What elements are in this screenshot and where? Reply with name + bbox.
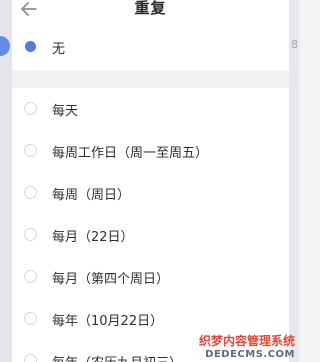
- watermark: 织梦内容管理系统 DEDECMS.COM: [198, 333, 295, 360]
- option-monthly-date[interactable]: 每月（22日）: [12, 214, 289, 254]
- option-label: 每天: [52, 104, 79, 119]
- option-weekly[interactable]: 每周（周日）: [12, 172, 289, 212]
- radio-icon: [24, 228, 37, 241]
- option-daily[interactable]: 每天: [12, 88, 289, 128]
- radio-icon: [24, 102, 37, 115]
- option-label: 每年（农历九月初三）: [52, 352, 182, 362]
- option-label: 每周（周日）: [52, 188, 131, 203]
- page-title: 重复: [134, 0, 167, 17]
- radio-icon: [24, 144, 37, 157]
- option-label: 每月（第四个周日）: [52, 272, 170, 287]
- radio-selected-icon: [25, 41, 36, 52]
- watermark-line-cn: 织梦内容管理系统: [198, 333, 295, 348]
- section-divider: [12, 70, 289, 88]
- watermark-line-en: DEDECMS.COM: [205, 348, 295, 360]
- option-monthly-weekday[interactable]: 每月（第四个周日）: [12, 256, 289, 296]
- no-repeat-section: 无: [12, 22, 289, 70]
- option-label: 每年（10月22日）: [52, 314, 164, 329]
- background-app-text: 8: [291, 38, 298, 51]
- repeat-options-list: 每天 每周工作日（周一至周五） 每周（周日） 每月（22日） 每月（第四个周日）…: [12, 88, 289, 362]
- option-label: 每月（22日）: [52, 230, 134, 245]
- radio-icon: [24, 312, 37, 325]
- option-label: 无: [52, 42, 66, 57]
- radio-icon: [24, 354, 37, 362]
- option-label: 每周工作日（周一至周五）: [52, 146, 209, 161]
- option-none[interactable]: 无: [12, 26, 289, 66]
- repeat-options-sheet: 重复 无 每天 每周工作日（周一至周五） 每周（周日） 每月（22日） 每月（第…: [12, 0, 289, 362]
- option-yearly[interactable]: 每年（10月22日）: [12, 298, 289, 338]
- sheet-header: 重复: [12, 0, 289, 22]
- option-weekdays[interactable]: 每周工作日（周一至周五）: [12, 130, 289, 170]
- radio-icon: [24, 186, 37, 199]
- radio-icon: [24, 270, 37, 283]
